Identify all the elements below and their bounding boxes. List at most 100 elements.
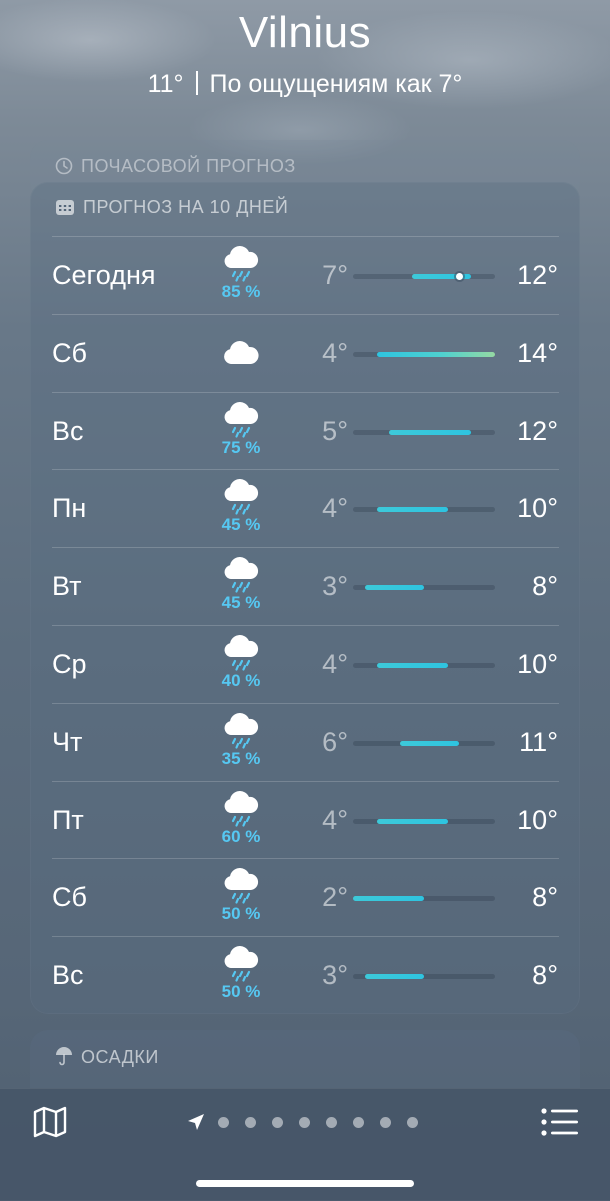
precip-chance: 50 % [221,904,261,924]
page-dot[interactable] [407,1116,418,1128]
forecast-row[interactable]: Вс 75 % 5° 12° [30,392,580,470]
cloud-rain-icon [210,401,272,440]
current-temperature: 11° [147,70,184,98]
forecast-day: Сб [52,337,87,368]
forecast-day: Сегодня [52,260,156,290]
page-dot[interactable] [218,1116,229,1128]
page-dot[interactable] [272,1116,283,1128]
temp-range-track [353,507,495,513]
temp-range-track [353,818,495,824]
page-dot[interactable] [299,1116,310,1128]
cloud-rain-icon [210,479,272,517]
page-indicator[interactable] [186,1110,434,1134]
weather-icon-group: 45 % [210,557,272,619]
home-indicator[interactable] [196,1180,414,1187]
forecast-day: Вс [52,960,84,991]
cloud-rain-icon [210,712,272,751]
precip-chance: 85 % [221,282,261,301]
forecast-day: Сб [52,882,87,913]
cloud-icon [210,324,272,370]
forecast-day: Чт [52,726,83,757]
forecast-day: Вт [52,571,82,602]
forecast-row[interactable]: Ср 40 % 4° 10° [30,625,580,703]
weather-icon-group: 40 % [210,635,272,697]
weather-icon-group: 50 % [210,868,272,930]
forecast-row[interactable]: Чт 35 % 6° 11° [30,703,580,781]
location-arrow-icon [188,1114,204,1130]
temp-range-track [353,896,495,902]
temp-range-bar [376,351,495,357]
page-dot[interactable] [326,1116,337,1128]
low-temp: 7° [322,260,348,290]
precipitation-title: ОСАДКИ [55,1046,159,1068]
weather-icon-group: 45 % [210,479,272,541]
page-dot[interactable] [380,1116,391,1128]
cloud-rain-icon [210,790,272,829]
low-temp: 3° [322,571,348,602]
list-icon [541,1108,578,1136]
high-temp: 10° [517,804,558,835]
ten-day-forecast-title: ПРОГНОЗ НА 10 ДНЕЙ [55,197,288,218]
forecast-row[interactable]: Сб 4° 14° [30,314,580,392]
forecast-day: Пт [52,804,84,835]
high-temp: 12° [517,415,558,446]
forecast-day: Ср [52,649,87,679]
temp-range-track [353,585,495,591]
low-temp: 6° [322,726,348,757]
calendar-icon [56,200,74,215]
current-conditions: 11° По ощущениям как 7° [0,70,610,99]
precipitation-label: ОСАДКИ [81,1047,159,1067]
high-temp: 14° [517,337,558,368]
high-temp: 10° [517,493,558,524]
low-temp: 4° [322,337,348,368]
temp-range-bar [353,896,424,902]
high-temp: 8° [532,571,558,602]
forecast-row[interactable]: Вс 50 % 3° 8° [30,936,580,1014]
temp-range-track [353,663,495,668]
page-dot[interactable] [353,1116,364,1128]
low-temp: 5° [322,415,348,446]
weather-icon-group: 85 % [210,246,272,308]
temp-range-track [353,974,495,980]
precip-chance: 45 % [221,515,261,535]
temp-range-track [353,429,495,435]
cloud-rain-icon [210,635,272,673]
high-temp: 8° [532,882,558,913]
weather-icon-group [210,324,272,386]
forecast-row[interactable]: Пн 45 % 4° 10° [30,469,580,547]
high-temp: 12° [517,260,558,290]
forecast-row[interactable]: Вт 45 % 3° 8° [30,547,580,625]
precip-chance: 60 % [221,826,261,846]
weather-icon-group: 75 % [210,401,272,464]
high-temp: 10° [517,649,558,679]
forecast-row[interactable]: Сб 50 % 2° 8° [30,858,580,936]
temp-range-bar [364,585,424,591]
temp-range-bar [400,740,460,746]
cloud-rain-icon [210,557,272,595]
cloud-rain-icon [210,946,272,984]
city-list-button[interactable] [540,1106,580,1138]
feels-like: По ощущениям как 7° [209,70,463,98]
precip-chance: 40 % [221,671,261,690]
city-name: Vilnius [238,8,372,57]
low-temp: 4° [322,804,348,835]
hourly-forecast-title: ПОЧАСОВОЙ ПРОГНОЗ [55,156,296,177]
forecast-day: Пн [52,493,87,524]
low-temp: 2° [322,882,348,913]
forecast-row[interactable]: Сегодня 85 % 7° 12° [30,236,580,314]
low-temp: 3° [322,960,348,991]
current-temp-marker [456,273,463,280]
weather-icon-group: 60 % [210,790,272,853]
forecast-row[interactable]: Пт 60 % 4° 10° [30,781,580,859]
page-dot[interactable] [245,1116,256,1128]
precip-chance: 50 % [221,982,261,1002]
weather-icon-group: 50 % [210,946,272,1008]
forecast-day: Вс [52,415,84,446]
weather-icon-group: 35 % [210,712,272,775]
clock-icon [55,157,73,175]
separator [195,71,198,95]
cloud-rain-icon [210,868,272,906]
precip-chance: 35 % [221,748,261,768]
map-button[interactable] [32,1104,68,1140]
map-icon [33,1106,67,1138]
